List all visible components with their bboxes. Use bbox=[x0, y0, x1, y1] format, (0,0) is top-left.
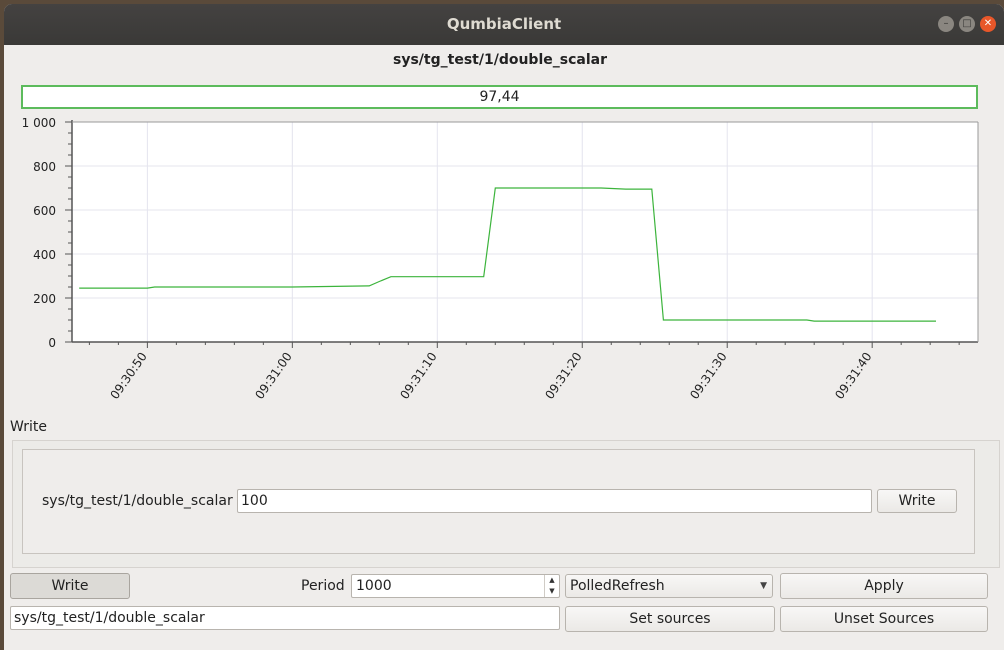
maximize-icon[interactable]: □ bbox=[959, 16, 975, 32]
y-tick-label: 200 bbox=[33, 292, 56, 306]
minimize-icon[interactable]: – bbox=[938, 16, 954, 32]
x-tick-label: 09:31:10 bbox=[397, 350, 439, 402]
unset-sources-button[interactable]: Unset Sources bbox=[780, 606, 988, 632]
value-display: 97,44 bbox=[21, 85, 978, 109]
trend-plot: 0 200 400 600 800 1 000 09:30:50 09:31:00 09:31:… bbox=[0, 112, 1000, 416]
chevron-down-icon: ▼ bbox=[760, 581, 767, 591]
write-source-label: sys/tg_test/1/double_scalar bbox=[42, 493, 233, 509]
title-bar: QumbiaClient bbox=[4, 4, 1004, 45]
sources-input[interactable]: sys/tg_test/1/double_scalar bbox=[10, 606, 560, 630]
close-icon[interactable]: ✕ bbox=[980, 16, 996, 32]
y-tick-label: 600 bbox=[33, 204, 56, 218]
y-tick-label: 400 bbox=[33, 248, 56, 262]
x-tick-label: 09:31:20 bbox=[542, 350, 584, 402]
set-sources-button[interactable]: Set sources bbox=[565, 606, 775, 632]
write-toggle-button[interactable]: Write bbox=[10, 573, 130, 599]
window-title: QumbiaClient bbox=[446, 15, 562, 33]
refresh-mode-combo[interactable]: PolledRefresh ▼ bbox=[565, 574, 773, 598]
y-tick-label: 1 000 bbox=[22, 116, 56, 130]
y-tick-label: 0 bbox=[48, 336, 56, 350]
write-value-input[interactable]: 100 bbox=[237, 489, 872, 513]
y-tick-label: 800 bbox=[33, 160, 56, 174]
source-title: sys/tg_test/1/double_scalar bbox=[393, 52, 607, 68]
apply-button[interactable]: Apply bbox=[780, 573, 988, 599]
refresh-mode-value: PolledRefresh bbox=[570, 578, 665, 594]
x-tick-label: 09:30:50 bbox=[107, 350, 149, 402]
period-value: 1000 bbox=[356, 578, 392, 594]
spin-arrows-icon[interactable]: ▲ ▼ bbox=[544, 575, 559, 597]
x-tick-label: 09:31:40 bbox=[832, 350, 874, 402]
plot-canvas bbox=[72, 122, 978, 342]
x-tick-label: 09:31:00 bbox=[252, 350, 294, 402]
period-label: Period bbox=[301, 578, 345, 594]
write-group-label: Write bbox=[10, 419, 47, 435]
period-spinbox[interactable]: 1000 ▲ ▼ bbox=[351, 574, 560, 598]
x-tick-label: 09:31:30 bbox=[687, 350, 729, 402]
write-button[interactable]: Write bbox=[877, 489, 957, 513]
trend-plot-svg: 0 200 400 600 800 1 000 09:30:50 09:31:00 09:31:… bbox=[22, 116, 979, 402]
